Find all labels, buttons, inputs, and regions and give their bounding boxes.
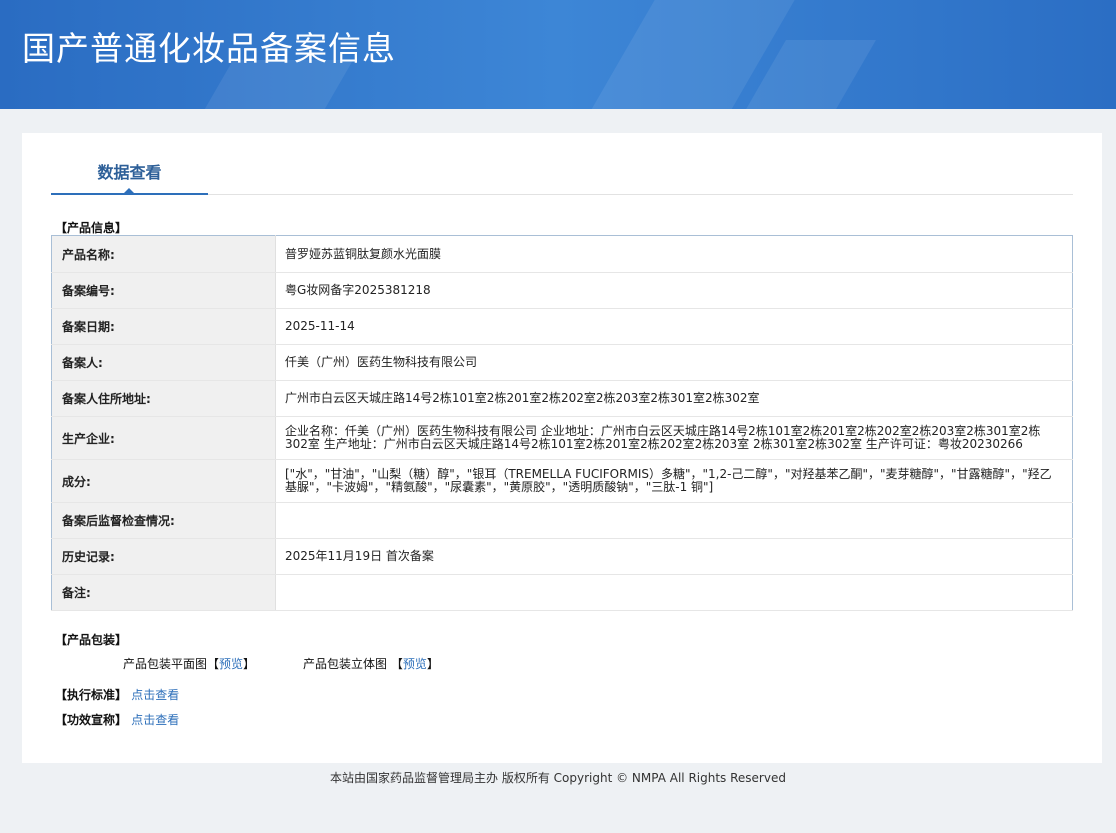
tab-data-view[interactable]: 数据查看	[51, 133, 208, 195]
row-value: 粤G妆网备字2025381218	[275, 272, 1073, 309]
table-row: 备案日期: 2025-11-14	[51, 308, 1073, 345]
row-label: 备案后监督检查情况:	[51, 502, 276, 539]
row-value: 仟美（广州）医药生物科技有限公司	[275, 344, 1073, 381]
bracket-open: 【	[390, 657, 403, 671]
bracket-close: 】	[243, 657, 256, 671]
standard-label: 【执行标准】	[55, 688, 128, 702]
tab-label: 数据查看	[97, 163, 162, 182]
row-value	[275, 502, 1073, 539]
row-label: 备案人:	[51, 344, 276, 381]
table-row: 备注:	[51, 574, 1073, 611]
packaging-title: 【产品包装】	[55, 633, 128, 647]
row-label: 生产企业:	[51, 416, 276, 460]
packaging-solid-label: 产品包装立体图	[303, 657, 388, 671]
page-title: 国产普通化妆品备案信息	[22, 29, 396, 68]
table-row: 备案人: 仟美（广州）医药生物科技有限公司	[51, 344, 1073, 381]
table-row: 备案人住所地址: 广州市白云区天城庄路14号2栋101室2栋201室2栋202室…	[51, 380, 1073, 417]
efficacy-row: 【功效宣称】 点击查看	[55, 711, 179, 728]
row-value: 2025年11月19日 首次备案	[275, 538, 1073, 575]
page-footer: 本站由国家药品监督管理局主办 版权所有 Copyright © NMPA All…	[330, 771, 786, 785]
content-card: 数据查看 【产品信息】 产品名称: 普罗娅苏蓝铜肽复颜水光面膜 备案编号: 粤G…	[22, 133, 1102, 763]
table-row: 生产企业: 企业名称：仟美（广州）医药生物科技有限公司 企业地址：广州市白云区天…	[51, 416, 1073, 460]
row-value: 2025-11-14	[275, 308, 1073, 345]
product-info-title: 【产品信息】	[55, 221, 128, 235]
row-label: 产品名称:	[51, 235, 276, 273]
table-row: 历史记录: 2025年11月19日 首次备案	[51, 538, 1073, 575]
table-row: 备案编号: 粤G妆网备字2025381218	[51, 272, 1073, 309]
efficacy-label: 【功效宣称】	[55, 713, 128, 727]
packaging-flat-label: 产品包装平面图	[123, 657, 208, 671]
packaging-solid: 产品包装立体图 【预览】	[303, 655, 439, 672]
table-row: 备案后监督检查情况:	[51, 502, 1073, 539]
row-label: 历史记录:	[51, 538, 276, 575]
standard-row: 【执行标准】 点击查看	[55, 686, 179, 703]
flat-preview-link[interactable]: 预览	[219, 657, 243, 671]
row-value: ["水"，"甘油"，"山梨（糖）醇"，"银耳（TREMELLA FUCIFORM…	[275, 459, 1073, 503]
row-value: 企业名称：仟美（广州）医药生物科技有限公司 企业地址：广州市白云区天城庄路14号…	[275, 416, 1073, 460]
row-value	[275, 574, 1073, 611]
table-row: 产品名称: 普罗娅苏蓝铜肽复颜水光面膜	[51, 235, 1073, 273]
row-label: 备案编号:	[51, 272, 276, 309]
standard-view-link[interactable]: 点击查看	[131, 688, 179, 702]
row-label: 备注:	[51, 574, 276, 611]
row-label: 备案人住所地址:	[51, 380, 276, 417]
efficacy-view-link[interactable]: 点击查看	[131, 713, 179, 727]
packaging-flat: 产品包装平面图【预览】	[123, 655, 255, 672]
solid-preview-link[interactable]: 预览	[403, 657, 427, 671]
bracket-close: 】	[426, 657, 439, 671]
row-label: 成分:	[51, 459, 276, 503]
row-value: 普罗娅苏蓝铜肽复颜水光面膜	[275, 235, 1073, 273]
row-label: 备案日期:	[51, 308, 276, 345]
tab-bar: 数据查看	[51, 133, 1073, 195]
row-value: 广州市白云区天城庄路14号2栋101室2栋201室2栋202室2栋203室2栋3…	[275, 380, 1073, 417]
bracket-open: 【	[207, 657, 220, 671]
tab-caret-icon	[123, 188, 135, 194]
page-header: 国产普通化妆品备案信息	[0, 0, 1116, 109]
product-info-table: 产品名称: 普罗娅苏蓝铜肽复颜水光面膜 备案编号: 粤G妆网备字20253812…	[51, 235, 1073, 611]
table-row: 成分: ["水"，"甘油"，"山梨（糖）醇"，"银耳（TREMELLA FUCI…	[51, 459, 1073, 503]
